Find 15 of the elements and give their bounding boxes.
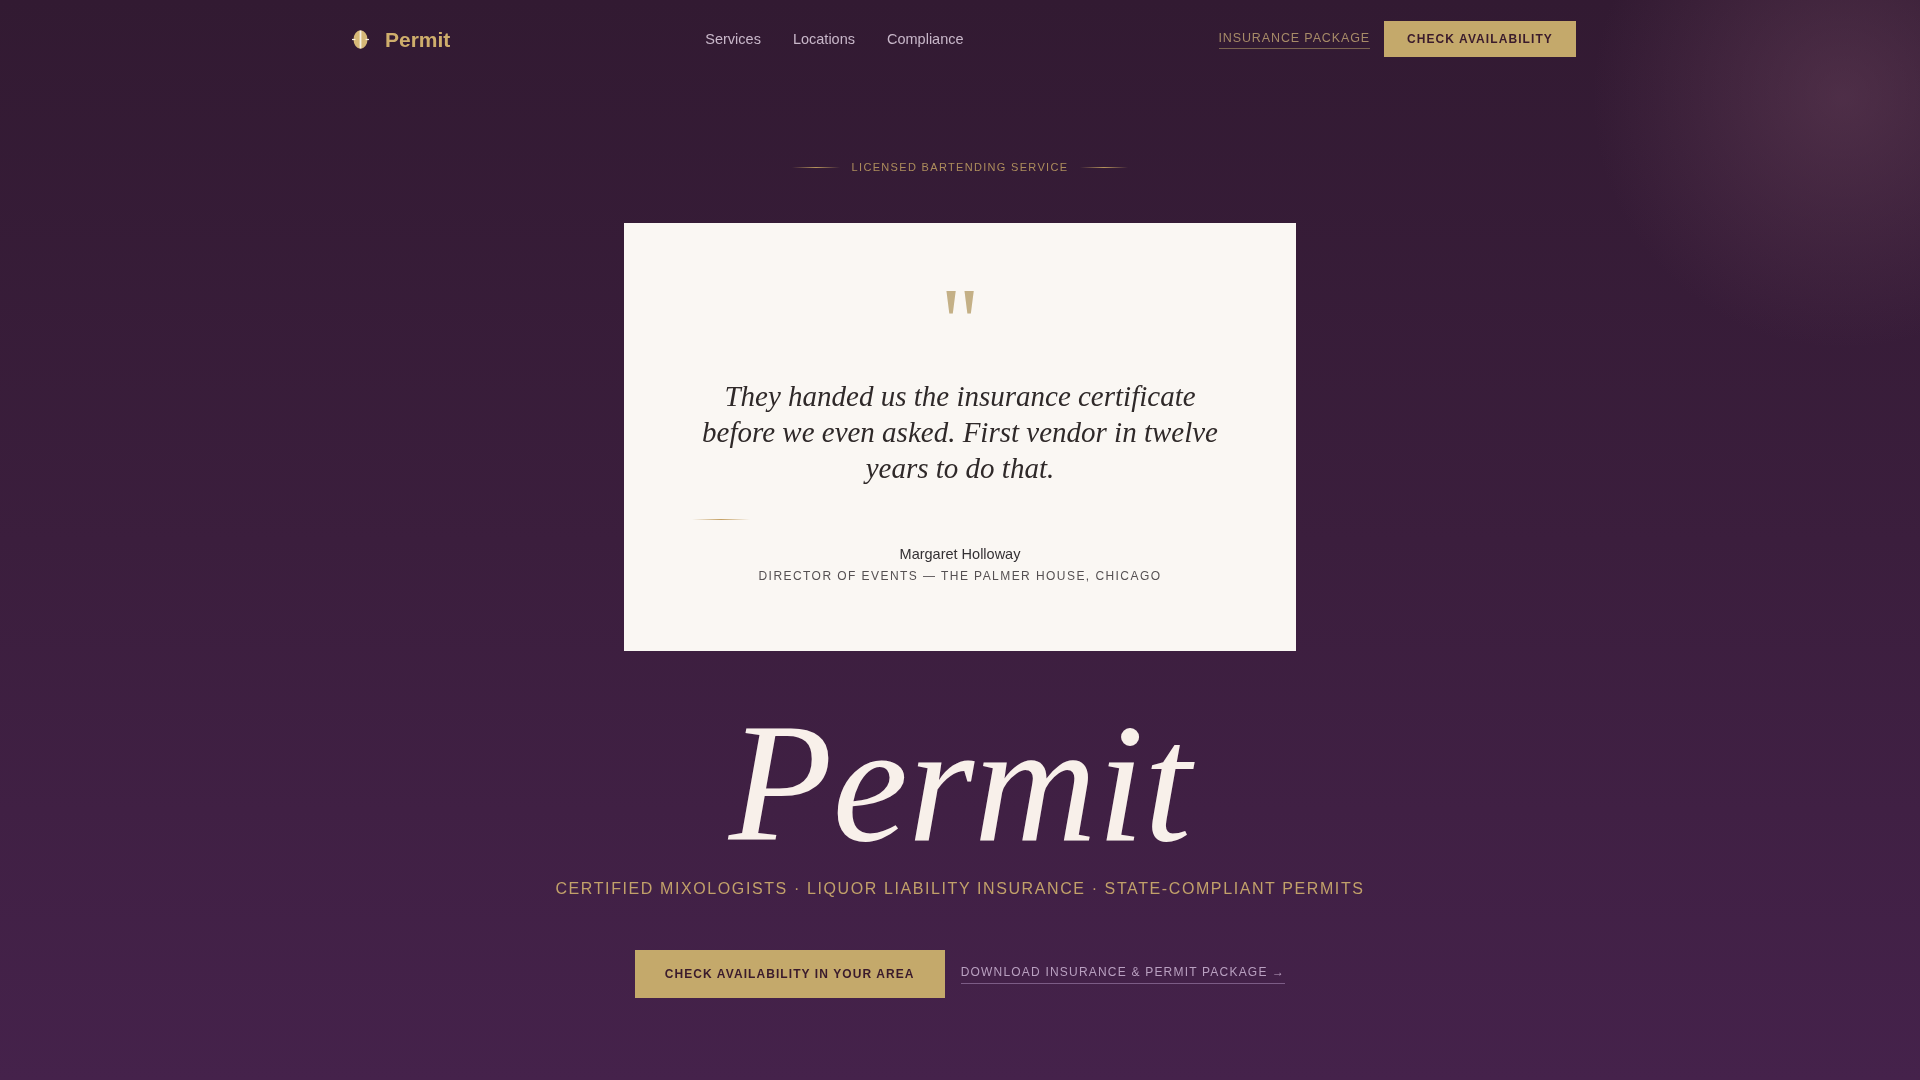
eyebrow-label: LICENSED BARTENDING SERVICE: [851, 160, 1069, 175]
hero-tagline: CERTIFIED MIXOLOGISTS · LIQUOR LIABILITY INSURANCE · STATE-COMPLIANT PERMITS: [555, 879, 1365, 899]
download-package-link[interactable]: DOWNLOAD INSURANCE & PERMIT PACKAGE →: [960, 964, 1286, 984]
check-availability-button[interactable]: CHECK AVAILABILITY: [1384, 21, 1576, 57]
quote-mark: ": [940, 274, 980, 322]
brand-name: Permit: [385, 28, 451, 50]
testimonial-quote: They handed us the insurance certificate before we even asked. First vendor in twelve years to do that.: [701, 379, 1219, 486]
insurance-package-link[interactable]: INSURANCE PACKAGE: [1218, 30, 1370, 49]
nav-link[interactable]: Locations: [792, 29, 855, 49]
emblem-icon: [352, 29, 369, 49]
author-name: Margaret Holloway: [899, 545, 1021, 564]
nav-link[interactable]: Compliance: [887, 29, 964, 49]
author-role: DIRECTOR OF EVENTS — THE PALMER HOUSE, CHICAGO: [758, 568, 1162, 584]
check-area-button[interactable]: CHECK AVAILABILITY IN YOUR AREA: [634, 950, 945, 998]
nav-link[interactable]: Services: [705, 29, 761, 49]
